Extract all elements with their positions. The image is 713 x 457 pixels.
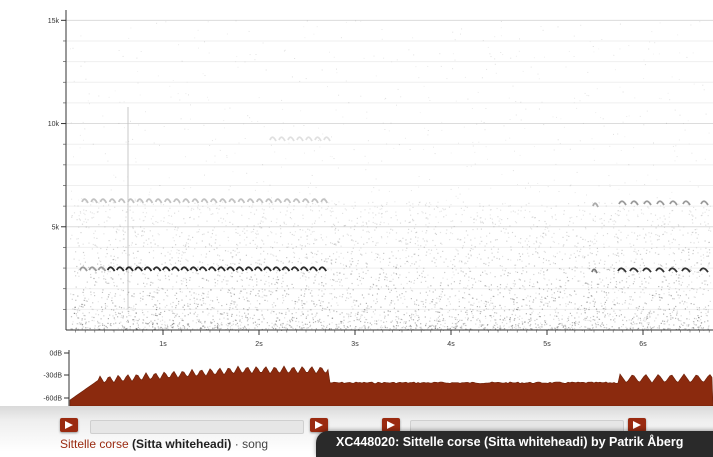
- play-button-next[interactable]: [382, 418, 400, 432]
- db-tick-label: 0dB: [50, 351, 63, 358]
- caption-text: XC448020: Sittelle corse (Sitta whitehea…: [336, 435, 684, 449]
- recording-viewer: 15k 10k 5k 1s 2s 3s 4s 5s 6s 0dB -30dB -60dB: [0, 0, 713, 406]
- waveform-envelope: [69, 365, 713, 406]
- sound-type: song: [242, 437, 269, 451]
- waveform[interactable]: 0dB -30dB -60dB: [0, 346, 713, 406]
- caption-tooltip: XC448020: Sittelle corse (Sitta whitehea…: [316, 431, 713, 457]
- common-name-link[interactable]: Sittelle corse: [60, 437, 129, 451]
- db-tick-label: -60dB: [43, 396, 62, 403]
- spectrogram[interactable]: 15k10k5k 1s 2s 3s 4s 5s 6s: [0, 0, 713, 346]
- db-tick-label: -30dB: [43, 373, 62, 380]
- play-button[interactable]: [60, 418, 78, 432]
- progress-bar[interactable]: [90, 420, 304, 434]
- freq-tick-label: 10k: [48, 121, 60, 128]
- separator: ·: [234, 437, 239, 451]
- freq-tick-label: 5k: [52, 224, 60, 231]
- play-button-next-secondary[interactable]: [628, 418, 646, 432]
- scientific-name: (Sitta whiteheadi): [132, 437, 232, 451]
- recording-species: Sittelle corse (Sitta whiteheadi) · song: [60, 437, 268, 451]
- freq-tick-label: 15k: [48, 18, 60, 25]
- play-button-secondary[interactable]: [310, 418, 328, 432]
